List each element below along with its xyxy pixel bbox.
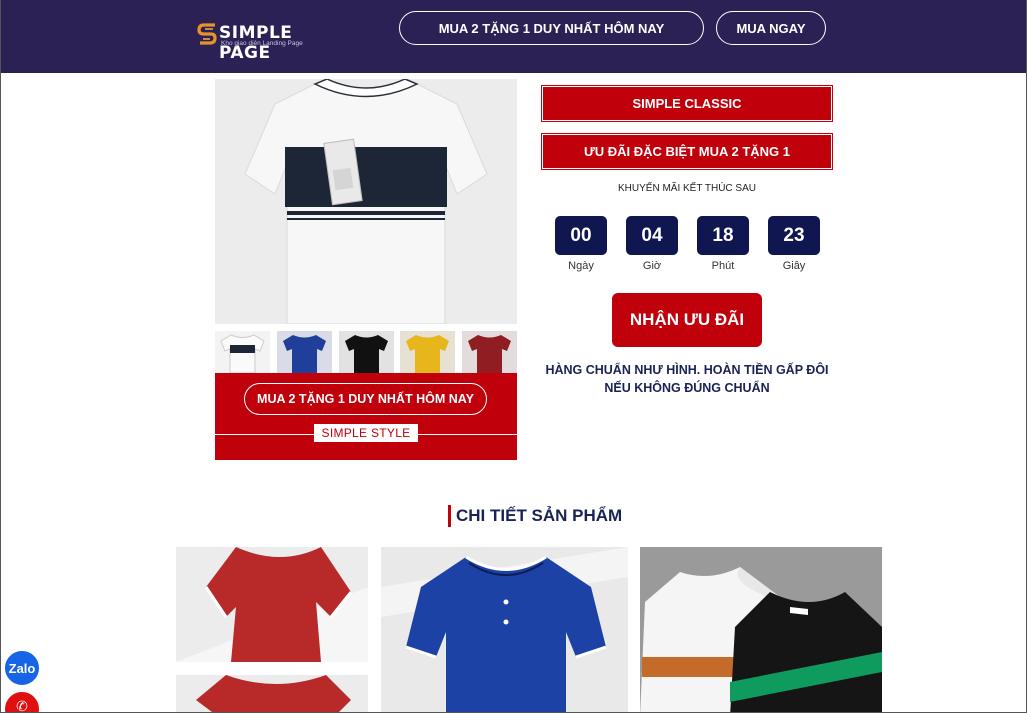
shirt-thumbnail-icon [406, 335, 449, 373]
guarantee-line-2: NẾU KHÔNG ĐÚNG CHUẨN [604, 381, 770, 395]
product-main-image[interactable] [215, 79, 517, 324]
countdown-seconds-label: Giây [782, 260, 806, 272]
countdown-minutes-label: Phút [711, 260, 735, 272]
logo[interactable]: SIMPLE PAGE Kho giao diện Landing Page [197, 22, 327, 63]
section-title: CHI TIẾT SẢN PHẨM [448, 505, 622, 527]
promo-end-label: KHUYẾN MÃI KẾT THÚC SAU [618, 183, 756, 194]
shirt-thumbnail-icon [283, 335, 326, 373]
countdown-days: 00 [555, 216, 607, 255]
shirt-thumbnail-icon [345, 335, 388, 373]
gallery-image-red-polo-2[interactable] [176, 675, 368, 712]
thumbnail-white[interactable] [215, 331, 270, 373]
gallery-image-striped-polos[interactable] [640, 547, 882, 712]
thumbnail-yellow[interactable] [400, 331, 455, 373]
countdown-hours: 04 [626, 216, 678, 255]
thumbnail-black[interactable] [339, 331, 394, 373]
thumbnail-maroon[interactable] [462, 331, 517, 373]
gallery-image-blue-polo[interactable] [381, 547, 628, 712]
zalo-chat-button[interactable]: Zalo [3, 649, 41, 687]
white-polo-image [215, 79, 517, 324]
logo-s-icon [197, 23, 217, 45]
blue-polo-image [381, 547, 628, 712]
buy-now-button[interactable]: MUA NGAY [716, 11, 826, 45]
phone-icon: ✆ [16, 698, 28, 713]
countdown-seconds: 23 [768, 216, 820, 255]
thumbnail-strip [215, 331, 517, 373]
special-offer-banner: ƯU ĐÃI ĐẶC BIỆT MUA 2 TẶNG 1 [542, 134, 832, 169]
thumbnail-blue[interactable] [277, 331, 332, 373]
gallery-image-red-polo[interactable] [176, 547, 368, 662]
product-name-banner: SIMPLE CLASSIC [542, 86, 832, 121]
guarantee-text: HÀNG CHUẨN NHƯ HÌNH. HOÀN TIỀN GẤP ĐÔI N… [537, 361, 837, 397]
countdown-minutes: 18 [697, 216, 749, 255]
page: SIMPLE PAGE Kho giao diện Landing Page M… [0, 0, 1027, 713]
guarantee-line-1: HÀNG CHUẨN NHƯ HÌNH. HOÀN TIỀN GẤP ĐÔI [545, 363, 829, 377]
style-tag: SIMPLE STYLE [314, 424, 418, 442]
get-offer-button[interactable]: NHẬN ƯU ĐÃI [612, 293, 762, 347]
red-polo-image [196, 675, 351, 712]
red-polo-image [176, 547, 368, 662]
striped-polos-image [640, 547, 882, 712]
promo-pill-button[interactable]: MUA 2 TẶNG 1 DUY NHẤT HÔM NAY [244, 383, 487, 415]
countdown-days-label: Ngày [568, 260, 594, 272]
header-promo-button[interactable]: MUA 2 TẶNG 1 DUY NHẤT HÔM NAY [399, 11, 704, 45]
logo-subtitle: Kho giao diện Landing Page [221, 40, 303, 47]
shirt-thumbnail-icon [468, 335, 511, 373]
shirt-thumbnail-icon [220, 334, 265, 373]
countdown-hours-label: Giờ [642, 260, 662, 272]
promo-box: MUA 2 TẶNG 1 DUY NHẤT HÔM NAY SIMPLE STY… [215, 373, 517, 460]
header-bar: SIMPLE PAGE Kho giao diện Landing Page M… [1, 0, 1026, 73]
phone-call-button[interactable]: ✆ [3, 690, 41, 713]
